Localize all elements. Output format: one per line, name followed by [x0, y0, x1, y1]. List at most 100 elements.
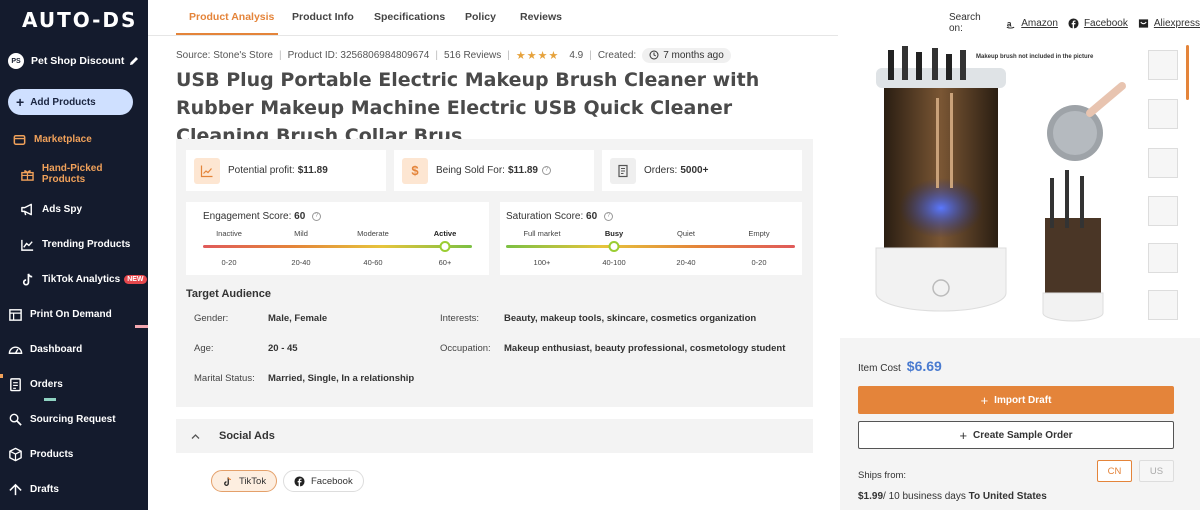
- trending-icon: [21, 239, 34, 251]
- tab-product-info[interactable]: Product Info: [292, 11, 354, 23]
- social-ads-header[interactable]: Social Ads: [176, 419, 813, 453]
- orders-card: Orders: 5000+: [602, 150, 802, 191]
- store-selector[interactable]: PS Pet Shop Discount: [8, 52, 140, 70]
- ship-from-cn-button[interactable]: CN: [1097, 460, 1132, 482]
- megaphone-icon: [21, 203, 32, 215]
- create-sample-order-button[interactable]: + Create Sample Order: [858, 421, 1174, 449]
- product-id: Product ID: 3256806984809674: [287, 49, 430, 61]
- source-store[interactable]: Source: Stone's Store: [176, 50, 273, 61]
- engagement-title: Engagement Score: 60 ?: [203, 211, 322, 222]
- profit-label: Potential profit:: [228, 165, 295, 176]
- aliexpress-icon: [1138, 18, 1148, 28]
- purchase-panel: Item Cost $6.69 + Import Draft + Create …: [840, 338, 1200, 510]
- decorative-mark: [135, 325, 148, 328]
- dashboard-icon: [8, 345, 23, 354]
- saturation-score-card: Saturation Score: 60 ? Full market Busy …: [500, 202, 802, 275]
- import-draft-button[interactable]: + Import Draft: [858, 386, 1174, 414]
- active-tab-indicator: [176, 33, 278, 35]
- product-tabs: Product Analysis Product Info Specificat…: [148, 0, 838, 36]
- thumbnail[interactable]: [1148, 243, 1178, 273]
- saturation-level: Busy: [604, 229, 624, 238]
- facebook-filter-chip[interactable]: Facebook: [283, 470, 364, 492]
- orders-value: 5000+: [680, 165, 709, 176]
- review-count[interactable]: 516 Reviews: [444, 50, 501, 61]
- plus-icon: +: [980, 392, 989, 408]
- tab-specifications[interactable]: Specifications: [374, 11, 445, 23]
- ship-from-us-button[interactable]: US: [1139, 460, 1174, 482]
- search-facebook-link[interactable]: Facebook: [1068, 18, 1128, 29]
- sidebar-item-dashboard[interactable]: Dashboard: [0, 336, 148, 362]
- marital-value: Married, Single, In a relationship: [268, 373, 415, 384]
- thumbnail-scrollbar[interactable]: [1186, 45, 1189, 100]
- item-cost: Item Cost $6.69: [858, 358, 942, 374]
- info-icon[interactable]: ?: [312, 211, 322, 221]
- print-icon: [9, 308, 22, 321]
- tab-reviews[interactable]: Reviews: [520, 11, 562, 23]
- search-aliexpress-link[interactable]: Aliexpress: [1138, 18, 1200, 29]
- add-products-button[interactable]: + Add Products: [8, 89, 133, 115]
- search-on: Search on: a Amazon Facebook Aliexpress: [949, 12, 1200, 34]
- info-icon[interactable]: ?: [603, 211, 613, 221]
- pencil-icon[interactable]: [128, 55, 140, 67]
- sidebar-item-hand-picked[interactable]: Hand-Picked Products: [0, 161, 148, 187]
- shipping-info: $1.99/ 10 business days To United States: [858, 491, 1047, 502]
- thumbnail[interactable]: [1148, 99, 1178, 129]
- product-main-image[interactable]: Makeup brush not included in the picture: [840, 38, 1138, 338]
- thumbnail[interactable]: [1148, 50, 1178, 80]
- social-ads-title: Social Ads: [219, 430, 275, 442]
- tiktok-filter-chip[interactable]: TikTok: [211, 470, 278, 492]
- facebook-icon: [1068, 17, 1079, 29]
- profit-value: $11.89: [297, 165, 328, 176]
- sidebar-item-ads-spy[interactable]: Ads Spy: [0, 196, 148, 222]
- saturation-level: Quiet: [677, 229, 695, 238]
- saturation-range: 20-40: [676, 258, 696, 267]
- rating-value: 4.9: [569, 49, 584, 61]
- shipping-price: $1.99: [858, 491, 884, 502]
- engagement-level: Moderate: [357, 229, 389, 238]
- engagement-range: 20-40: [291, 258, 311, 267]
- info-icon[interactable]: ?: [541, 166, 551, 175]
- chevron-up-icon[interactable]: [190, 431, 201, 442]
- sidebar-item-products[interactable]: Products: [0, 441, 148, 467]
- thumbnail[interactable]: [1148, 148, 1178, 178]
- store-name: Pet Shop Discount: [31, 55, 125, 67]
- chart-icon: [194, 157, 220, 184]
- created-badge: 7 months ago: [642, 47, 731, 63]
- sidebar-item-drafts[interactable]: Drafts: [0, 476, 148, 502]
- app-logo[interactable]: AUTO-DS: [22, 8, 137, 32]
- tiktok-icon: [22, 273, 33, 285]
- rating-stars: ★★★★: [515, 49, 560, 62]
- plus-icon: +: [16, 94, 25, 110]
- sidebar-item-orders[interactable]: Orders: [0, 371, 148, 397]
- gender-label: Gender:: [194, 313, 229, 324]
- thumbnail[interactable]: [1148, 290, 1178, 320]
- age-value: 20 - 45: [268, 343, 298, 354]
- created-label: Created:: [597, 49, 637, 61]
- sidebar-item-print-on-demand[interactable]: Print On Demand: [0, 301, 148, 327]
- tab-product-analysis[interactable]: Product Analysis: [189, 11, 274, 23]
- engagement-range: 40-60: [363, 258, 383, 267]
- gift-icon: [21, 169, 34, 181]
- interests-label: Interests:: [440, 313, 480, 324]
- saturation-level: Empty: [748, 229, 770, 238]
- interests-value: Beauty, makeup tools, skincare, cosmetic…: [504, 313, 757, 324]
- sidebar-item-sourcing-request[interactable]: Sourcing Request: [0, 406, 148, 432]
- sidebar-item-tiktok-analytics[interactable]: TikTok Analytics NEW: [0, 266, 148, 292]
- age-label: Age:: [194, 343, 214, 354]
- potential-profit-card: Potential profit: $11.89: [186, 150, 386, 191]
- receipt-icon: [610, 157, 636, 184]
- tab-policy[interactable]: Policy: [465, 11, 496, 23]
- search-amazon-link[interactable]: a Amazon: [1005, 18, 1058, 29]
- shipping-destination: To United States: [968, 491, 1047, 502]
- engagement-level: Mild: [294, 229, 308, 238]
- sidebar-item-trending[interactable]: Trending Products: [0, 231, 148, 257]
- occupation-label: Occupation:: [440, 343, 491, 354]
- product-meta: Source: Stone's Store | Product ID: 3256…: [176, 47, 731, 63]
- saturation-level: Full market: [523, 229, 561, 238]
- ships-from-label: Ships from:: [858, 470, 907, 481]
- plus-icon: +: [959, 427, 968, 443]
- thumbnail[interactable]: [1148, 196, 1178, 226]
- sidebar-item-marketplace[interactable]: Marketplace: [0, 126, 148, 152]
- image-caption: Makeup brush not included in the picture: [976, 54, 1094, 60]
- orders-icon: [10, 377, 21, 391]
